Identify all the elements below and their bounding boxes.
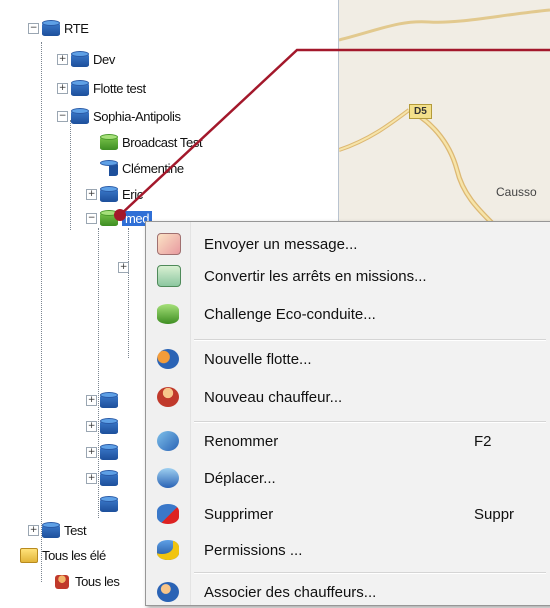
menu-item-shortcut: Suppr bbox=[474, 505, 515, 523]
menu-item-renommer[interactable]: Renommer F2 bbox=[146, 425, 550, 457]
expand-toggle[interactable]: + bbox=[86, 188, 97, 200]
database-icon bbox=[100, 392, 118, 408]
tree-connector bbox=[70, 120, 71, 230]
tree-node-dev[interactable]: + Dev bbox=[57, 51, 115, 67]
expand-toggle[interactable]: + bbox=[86, 420, 97, 432]
new-fleet-icon bbox=[157, 349, 179, 369]
menu-item-label: Convertir les arrêts en missions... bbox=[204, 267, 427, 285]
tree-node-label: Eric bbox=[122, 186, 143, 202]
menu-item-label: Supprimer bbox=[204, 505, 274, 523]
menu-item-label: Nouveau chauffeur... bbox=[204, 388, 343, 406]
move-icon bbox=[157, 468, 179, 488]
green-database-icon bbox=[100, 210, 118, 226]
menu-item-label: Déplacer... bbox=[204, 469, 276, 487]
menu-item-challenge-eco[interactable]: Challenge Eco-conduite... bbox=[146, 298, 550, 330]
expand-toggle[interactable]: + bbox=[86, 446, 97, 458]
database-icon bbox=[100, 418, 118, 434]
context-menu: Envoyer un message... Convertir les arrê… bbox=[145, 221, 550, 606]
tree-connector bbox=[128, 228, 129, 358]
database-icon bbox=[42, 522, 60, 538]
tree-connector bbox=[41, 42, 42, 582]
database-icon bbox=[42, 20, 60, 36]
folder-icon bbox=[20, 548, 38, 563]
expand-toggle[interactable]: + bbox=[57, 82, 68, 94]
tree-node-sophia-antipolis[interactable]: − Sophia-Antipolis bbox=[57, 108, 181, 124]
tree-node-hidden-3[interactable]: + bbox=[86, 444, 122, 460]
menu-item-label: Renommer bbox=[204, 432, 279, 450]
tree-node-broadcast-test[interactable]: Broadcast Test bbox=[100, 134, 203, 150]
tree-node-collapsed[interactable]: + bbox=[118, 262, 129, 273]
permissions-icon bbox=[157, 540, 179, 560]
tree-node-label: Sophia-Antipolis bbox=[93, 108, 181, 124]
menu-separator bbox=[194, 421, 546, 423]
expand-toggle[interactable]: + bbox=[28, 524, 39, 536]
green-database-icon bbox=[100, 134, 118, 150]
menu-item-convertir-arrets[interactable]: Convertir les arrêts en missions... bbox=[146, 260, 550, 292]
database-icon bbox=[100, 186, 118, 202]
tree-node-label: Dev bbox=[93, 51, 115, 67]
menu-item-nouvelle-flotte[interactable]: Nouvelle flotte... bbox=[146, 343, 550, 375]
tree-node-label: Flotte test bbox=[93, 80, 146, 96]
database-icon bbox=[71, 108, 89, 124]
road-label: D5 bbox=[409, 104, 432, 119]
tree-node-label: Tous les bbox=[75, 574, 120, 589]
delete-icon bbox=[157, 504, 179, 524]
tree-node-clementine[interactable]: Clémentine bbox=[100, 160, 184, 176]
tree-node-label: Clémentine bbox=[122, 160, 184, 176]
tree-node-hidden-4[interactable]: + bbox=[86, 470, 122, 486]
tree-node-eric[interactable]: + Eric bbox=[86, 186, 143, 202]
menu-item-label: Envoyer un message... bbox=[204, 235, 358, 253]
tree-node-hidden-1[interactable]: + bbox=[86, 392, 122, 408]
expand-toggle[interactable]: + bbox=[86, 394, 97, 406]
eco-db-icon bbox=[157, 304, 179, 324]
tree-node-label: Tous les élé bbox=[42, 548, 106, 563]
collapse-toggle[interactable]: − bbox=[57, 110, 68, 122]
menu-item-associer-chauffeurs[interactable]: Associer des chauffeurs... bbox=[146, 576, 550, 608]
menu-item-supprimer[interactable]: Supprimer Suppr bbox=[146, 498, 550, 530]
associate-drivers-icon bbox=[157, 582, 179, 602]
menu-separator bbox=[194, 572, 546, 574]
menu-item-shortcut: F2 bbox=[474, 432, 492, 450]
menu-item-label: Nouvelle flotte... bbox=[204, 350, 312, 368]
tree-node-flotte-test[interactable]: + Flotte test bbox=[57, 80, 146, 96]
place-label: Causso bbox=[496, 185, 537, 199]
tree-node-hidden-5[interactable] bbox=[100, 496, 122, 512]
menu-item-envoyer-message[interactable]: Envoyer un message... bbox=[146, 228, 550, 260]
collapse-toggle[interactable]: − bbox=[86, 212, 97, 224]
expand-toggle[interactable]: + bbox=[118, 262, 129, 273]
tree-node-test[interactable]: + Test bbox=[28, 522, 87, 538]
database-icon bbox=[71, 51, 89, 67]
database-icon bbox=[100, 444, 118, 460]
tree-node-med-selected[interactable]: − med bbox=[86, 210, 153, 226]
convert-icon bbox=[157, 265, 181, 287]
rename-icon bbox=[157, 431, 179, 451]
expand-toggle[interactable]: + bbox=[57, 53, 68, 65]
tree-node-rte[interactable]: − RTE bbox=[28, 20, 89, 36]
database-icon bbox=[100, 496, 118, 512]
database-icon bbox=[100, 160, 118, 176]
tree-node-hidden-2[interactable]: + bbox=[86, 418, 122, 434]
menu-item-nouveau-chauffeur[interactable]: Nouveau chauffeur... bbox=[146, 381, 550, 413]
expand-toggle[interactable]: + bbox=[86, 472, 97, 484]
collapse-toggle[interactable]: − bbox=[28, 22, 39, 34]
tree-node-label: RTE bbox=[64, 20, 89, 36]
database-icon bbox=[71, 80, 89, 96]
menu-separator bbox=[194, 339, 546, 341]
tree-node-tous-les-elements[interactable]: Tous les élé bbox=[20, 548, 106, 563]
tree-node-label: Broadcast Test bbox=[122, 134, 203, 150]
people-icon bbox=[55, 574, 69, 589]
menu-item-deplacer[interactable]: Déplacer... bbox=[146, 462, 550, 494]
tree-node-tous-les[interactable]: Tous les bbox=[55, 574, 120, 589]
database-icon bbox=[100, 470, 118, 486]
menu-item-label: Associer des chauffeurs... bbox=[204, 583, 377, 601]
menu-item-label: Challenge Eco-conduite... bbox=[204, 305, 376, 323]
envelope-icon bbox=[157, 233, 181, 255]
menu-item-label: Permissions ... bbox=[204, 541, 303, 559]
driver-icon bbox=[157, 387, 179, 407]
tree-node-label: Test bbox=[64, 522, 87, 538]
menu-item-permissions[interactable]: Permissions ... bbox=[146, 534, 550, 566]
